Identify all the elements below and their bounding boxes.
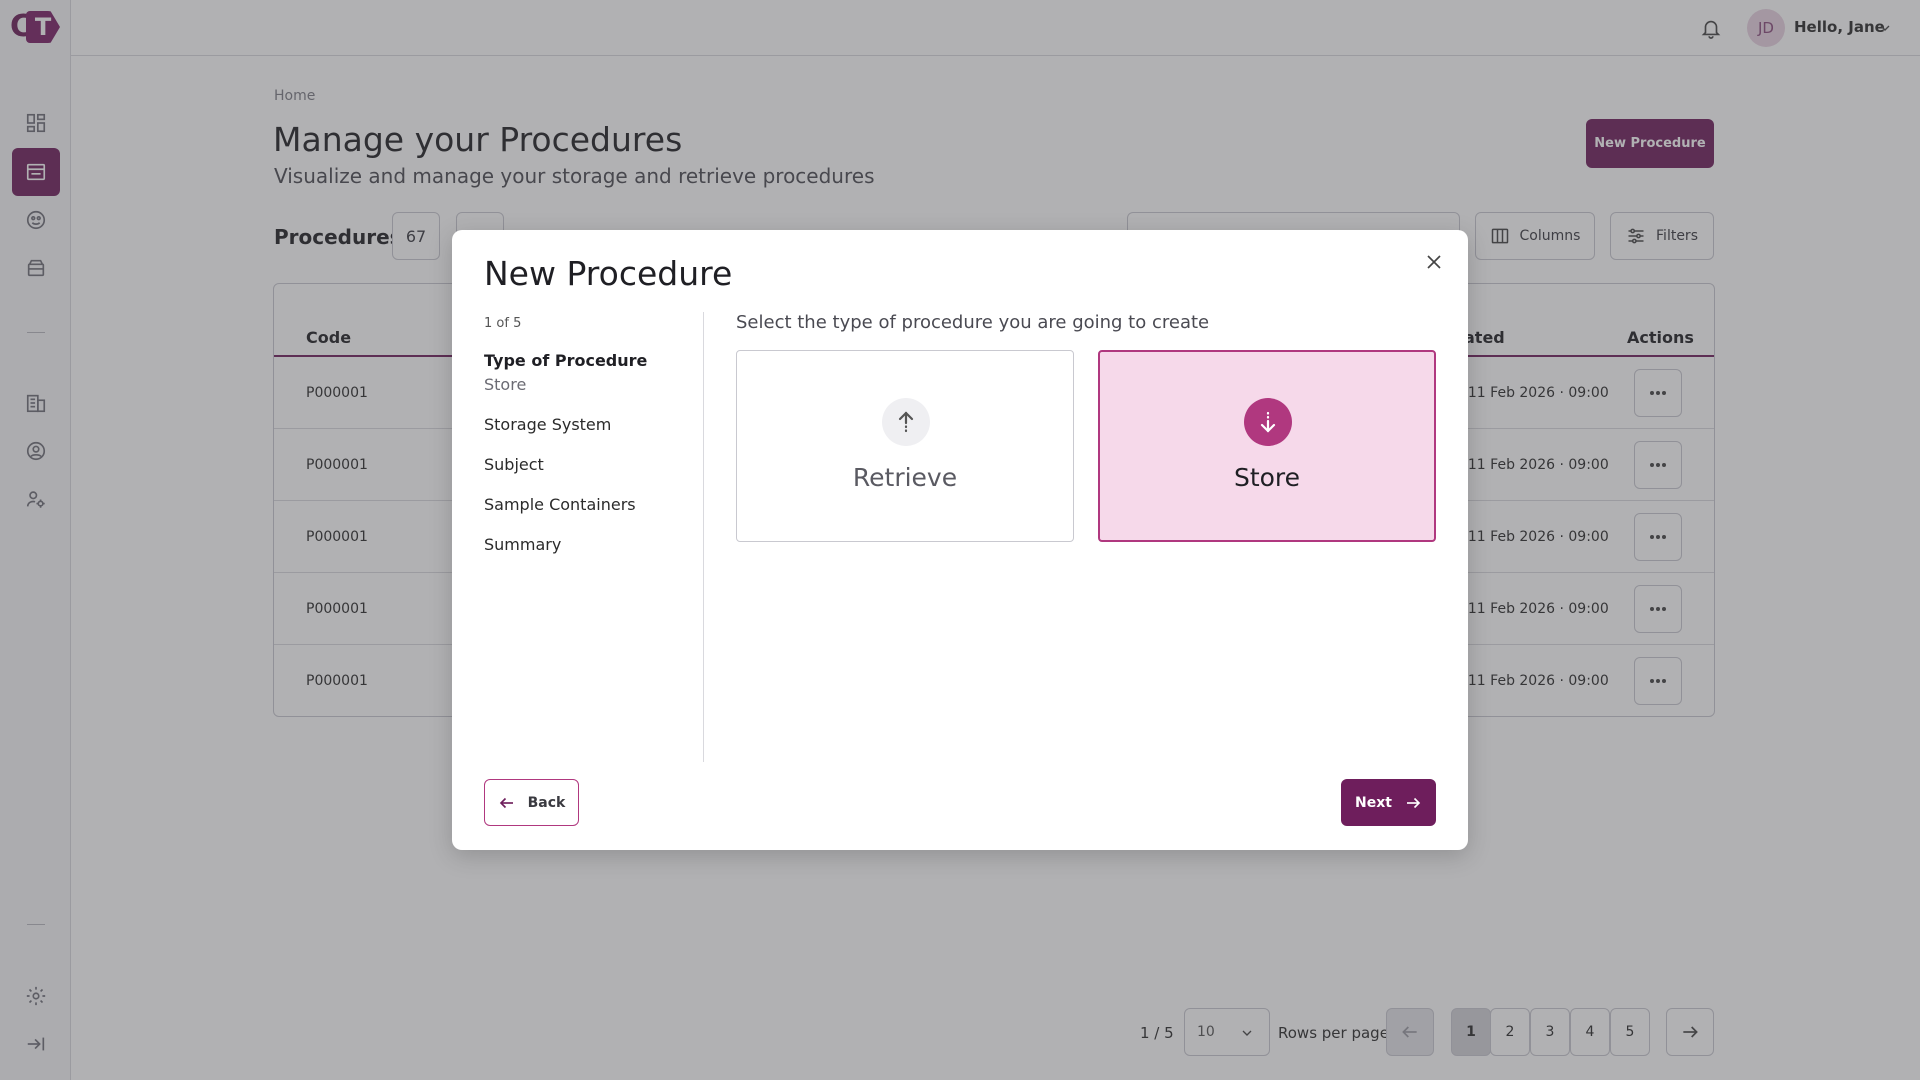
arrow-left-icon (499, 797, 513, 808)
step-counter: 1 of 5 (484, 316, 522, 331)
procedure-type-prompt: Select the type of procedure you are goi… (736, 312, 1210, 333)
step-sample-containers[interactable]: Sample Containers (484, 495, 636, 514)
close-icon (1427, 255, 1441, 269)
step-storage-system[interactable]: Storage System (484, 415, 611, 434)
step-subject[interactable]: Subject (484, 455, 544, 474)
step-type-of-procedure[interactable]: Type of Procedure (484, 351, 647, 370)
new-procedure-dialog: New Procedure 1 of 5 Type of Procedure S… (452, 230, 1468, 850)
modal-title: New Procedure (484, 254, 733, 293)
back-label: Back (527, 794, 566, 811)
step-summary[interactable]: Summary (484, 535, 561, 554)
arrow-right-icon (1406, 797, 1421, 808)
next-button[interactable]: Next (1341, 779, 1436, 826)
arrow-down-icon (1244, 398, 1292, 446)
option-store-label: Store (1233, 463, 1301, 492)
arrow-up-icon (882, 398, 930, 446)
option-store[interactable]: Store (1098, 350, 1436, 542)
modal-divider (703, 312, 704, 762)
close-button[interactable] (1422, 250, 1446, 274)
option-retrieve[interactable]: Retrieve (736, 350, 1074, 542)
option-retrieve-label: Retrieve (852, 463, 958, 492)
step-selected-value: Store (484, 375, 527, 394)
back-button[interactable]: Back (484, 779, 579, 826)
next-label: Next (1355, 794, 1392, 811)
